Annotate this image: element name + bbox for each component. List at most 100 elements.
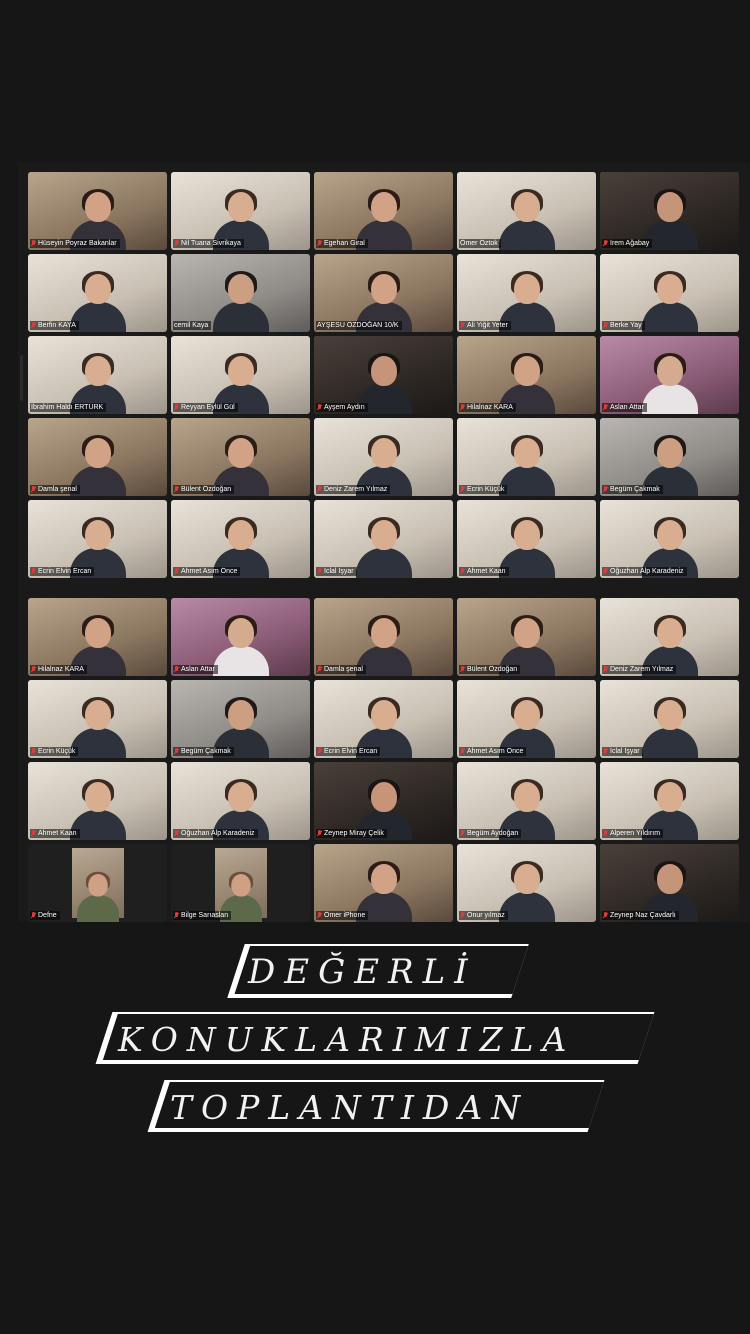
participant-name-label: İbrahim Haldı ERTÜRK	[30, 403, 107, 412]
participant-name-label: Zeynep Miray Çelik	[316, 829, 387, 838]
participant-tile[interactable]: Hüseyin Poyraz Bakanlar	[28, 172, 167, 250]
participant-tile[interactable]: Oğuzhan Alp Karadeniz	[171, 762, 310, 840]
participant-name: Bülent Özdoğan	[467, 666, 518, 673]
participant-tile[interactable]: Bilge Sarıaslan	[171, 844, 310, 922]
participant-name: Begüm Çakmak	[610, 486, 660, 493]
muted-mic-icon	[460, 912, 465, 919]
participant-name: Berfin KAYA	[38, 322, 76, 329]
participant-tile[interactable]: Ecrin Küçük	[457, 418, 596, 496]
participant-tile[interactable]: Reyyan Eylül Gül	[171, 336, 310, 414]
participant-name: Ayşem Aydın	[324, 404, 365, 411]
participant-tile[interactable]: İbrahim Haldı ERTÜRK	[28, 336, 167, 414]
muted-mic-icon	[460, 322, 465, 329]
participant-tile[interactable]: Ahmet Asım Önce	[171, 500, 310, 578]
participant-tile[interactable]: Damla şenal	[28, 418, 167, 496]
participant-tile[interactable]: Ecrin Küçük	[28, 680, 167, 758]
muted-mic-icon	[31, 322, 36, 329]
participant-name-label: Deniz Zarem Yılmaz	[316, 485, 391, 494]
participant-tile[interactable]: Ecrin Elvin Ercan	[28, 500, 167, 578]
muted-mic-icon	[317, 240, 322, 247]
muted-mic-icon	[174, 568, 179, 575]
participant-tile[interactable]: Alperen Yıldırım	[600, 762, 739, 840]
participant-tile[interactable]: Begüm Çakmak	[600, 418, 739, 496]
muted-mic-icon	[31, 240, 36, 247]
muted-mic-icon	[31, 568, 36, 575]
participant-tile[interactable]: Nil Tuana Sivrikaya	[171, 172, 310, 250]
participant-name: Ahmet Kaan	[38, 830, 77, 837]
muted-mic-icon	[603, 568, 608, 575]
participant-tile[interactable]: Damla şenal	[314, 598, 453, 676]
participant-name-label: Onur yılmaz	[459, 911, 508, 920]
participant-tile[interactable]: İclal İşyar	[600, 680, 739, 758]
participant-name-label: Bilge Sarıaslan	[173, 911, 232, 920]
participant-avatar	[641, 271, 698, 332]
participant-tile[interactable]: Ahmet Kaan	[28, 762, 167, 840]
participant-name: Nil Tuana Sivrikaya	[181, 240, 241, 247]
participant-name: Ahmet Kaan	[467, 568, 506, 575]
participant-tile[interactable]: Ömer Öztok	[457, 172, 596, 250]
participant-tile[interactable]: Egehan Giral	[314, 172, 453, 250]
participant-tile[interactable]: Ahmet Asım Önce	[457, 680, 596, 758]
participant-tile[interactable]: Begüm Aydoğan	[457, 762, 596, 840]
participant-tile[interactable]: Ömer iPhone	[314, 844, 453, 922]
muted-mic-icon	[317, 486, 322, 493]
participant-tile[interactable]: Ali Yiğit Yeter	[457, 254, 596, 332]
participant-name: Aslan Attar	[181, 666, 215, 673]
participant-tile[interactable]: Zeynep Miray Çelik	[314, 762, 453, 840]
participant-tile[interactable]: Bülent Özdoğan	[457, 598, 596, 676]
participant-name: Berke Yay	[610, 322, 642, 329]
participant-name: Ali Yiğit Yeter	[467, 322, 508, 329]
participant-name-label: Nil Tuana Sivrikaya	[173, 239, 244, 248]
participant-tile[interactable]: Bülent Özdoğan	[171, 418, 310, 496]
muted-mic-icon	[31, 912, 36, 919]
participant-name: İclal İşyar	[610, 748, 640, 755]
participant-tile[interactable]: İclal İşyar	[314, 500, 453, 578]
participant-tile[interactable]: Berfin KAYA	[28, 254, 167, 332]
participant-name-label: İclal İşyar	[316, 567, 357, 576]
participant-tile[interactable]: İrem Ağabay	[600, 172, 739, 250]
participant-name-label: Oğuzhan Alp Karadeniz	[173, 829, 258, 838]
muted-mic-icon	[174, 748, 179, 755]
participant-tile[interactable]: AYŞESU ÖZDOĞAN 10/K	[314, 254, 453, 332]
muted-mic-icon	[603, 240, 608, 247]
participant-name-label: Hüseyin Poyraz Bakanlar	[30, 239, 120, 248]
muted-mic-icon	[31, 748, 36, 755]
participant-tile[interactable]: Hilalnaz KARA	[28, 598, 167, 676]
participant-tile[interactable]: Berke Yay	[600, 254, 739, 332]
participant-avatar	[212, 271, 269, 332]
participant-name-label: Hilalnaz KARA	[459, 403, 516, 412]
participant-tile[interactable]: Aslan Attar	[600, 336, 739, 414]
participant-tile[interactable]: cemil Kaya	[171, 254, 310, 332]
participant-name-label: Ecrin Küçük	[30, 747, 79, 756]
participant-tile[interactable]: Ecrin Elvin Ercan	[314, 680, 453, 758]
muted-mic-icon	[603, 404, 608, 411]
participant-name-label: Alperen Yıldırım	[602, 829, 664, 838]
participant-tile[interactable]: Hilalnaz KARA	[457, 336, 596, 414]
participant-name-label: Ali Yiğit Yeter	[459, 321, 511, 330]
participant-tile[interactable]: Aslan Attar	[171, 598, 310, 676]
participant-tile[interactable]: Deniz Zarem Yılmaz	[600, 598, 739, 676]
participant-name: Alperen Yıldırım	[610, 830, 661, 837]
participant-avatar	[355, 517, 412, 578]
video-grid-bottom-panel: Hilalnaz KARA Aslan Attar Damla şenal Bülen…	[18, 588, 750, 922]
participant-tile[interactable]: Deniz Zarem Yılmaz	[314, 418, 453, 496]
participant-name: Ahmet Asım Önce	[181, 568, 238, 575]
participant-name: Bülent Özdoğan	[181, 486, 232, 493]
muted-mic-icon	[174, 666, 179, 673]
participant-tile[interactable]: Zeynep Naz Çavdarlı	[600, 844, 739, 922]
participant-tile[interactable]: Onur yılmaz	[457, 844, 596, 922]
participant-name: Onur yılmaz	[467, 912, 505, 919]
participant-name: Oğuzhan Alp Karadeniz	[610, 568, 684, 575]
participant-name: Ecrin Elvin Ercan	[324, 748, 378, 755]
muted-mic-icon	[317, 748, 322, 755]
caption-line-2: KONUKLARIMIZLA	[118, 1020, 576, 1059]
participant-tile[interactable]: Defne	[28, 844, 167, 922]
muted-mic-icon	[174, 404, 179, 411]
scroll-handle[interactable]	[20, 355, 23, 401]
participant-tile[interactable]: Ayşem Aydın	[314, 336, 453, 414]
participant-tile[interactable]: Oğuzhan Alp Karadeniz	[600, 500, 739, 578]
participant-tile[interactable]: Begüm Çakmak	[171, 680, 310, 758]
participant-tile[interactable]: Ahmet Kaan	[457, 500, 596, 578]
muted-mic-icon	[317, 912, 322, 919]
participant-name: Ecrin Elvin Ercan	[38, 568, 92, 575]
